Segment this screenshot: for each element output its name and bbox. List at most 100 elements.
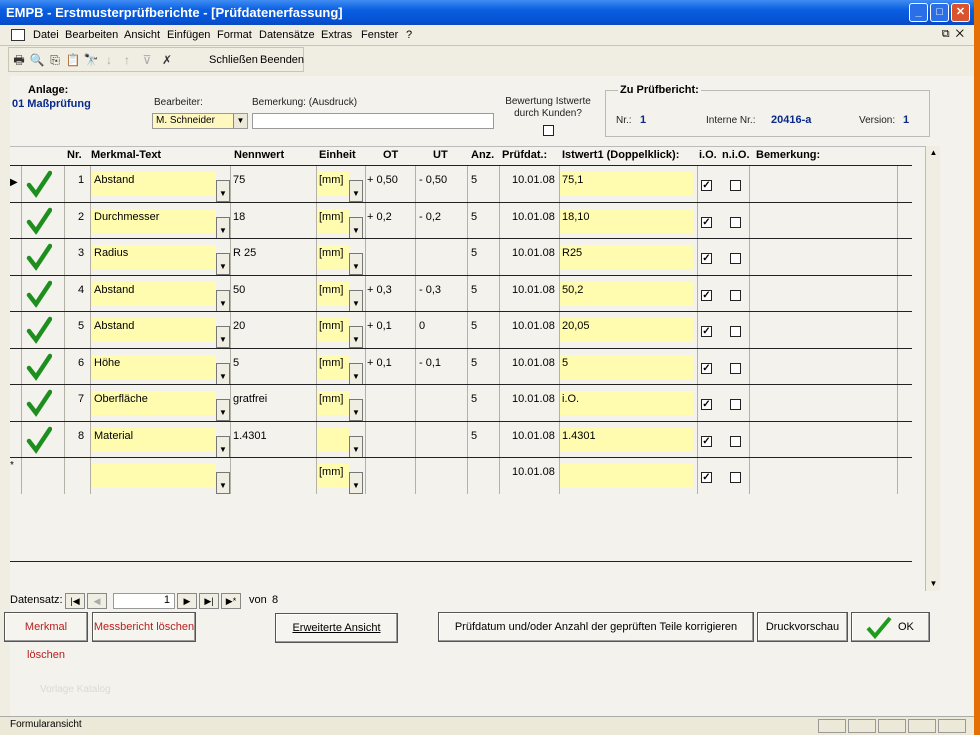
- istwert-input[interactable]: R25: [560, 245, 693, 269]
- menu-help[interactable]: ?: [406, 29, 412, 41]
- nio-checkbox[interactable]: [730, 472, 741, 483]
- nio-checkbox[interactable]: [730, 289, 741, 301]
- einheit-combo[interactable]: [mm]: [317, 354, 349, 379]
- cell-anz[interactable]: 5: [471, 393, 477, 405]
- remove-filter-icon[interactable]: ✗: [159, 52, 175, 68]
- cell-nennwert[interactable]: gratfrei: [233, 393, 267, 405]
- nio-checkbox[interactable]: [730, 362, 741, 374]
- cell-ut[interactable]: - 0,3: [419, 284, 441, 296]
- cell-nennwert[interactable]: 18: [233, 211, 245, 223]
- einheit-combo[interactable]: [mm]: [317, 281, 349, 306]
- nio-checkbox[interactable]: [730, 216, 741, 228]
- chevron-down-icon[interactable]: ▼: [216, 435, 230, 458]
- cell-pruefdat[interactable]: 10.01.08: [512, 357, 555, 369]
- cell-nennwert[interactable]: 1.4301: [233, 430, 267, 442]
- chevron-down-icon[interactable]: ▼: [216, 216, 230, 239]
- cell-pruefdat[interactable]: 10.01.08: [512, 430, 555, 442]
- io-checkbox[interactable]: ✓: [701, 326, 712, 337]
- istwert-input[interactable]: 5: [560, 354, 693, 379]
- istwert-input[interactable]: 75,1: [560, 172, 693, 196]
- merkmal-combo[interactable]: Abstand: [92, 172, 216, 196]
- bemerkung-input[interactable]: [252, 113, 494, 129]
- cell-nennwert[interactable]: 5: [233, 357, 239, 369]
- io-checkbox[interactable]: ✓: [701, 216, 712, 228]
- menu-edit[interactable]: Bearbeiten: [65, 29, 118, 41]
- new-record-icon[interactable]: ▶*: [221, 593, 241, 609]
- table-row[interactable]: 6 Höhe ▼ 5 [mm] ▼ + 0,1- 0,1 5 10.01.08 5 ✓: [10, 347, 912, 385]
- next-record-icon[interactable]: ▶: [177, 593, 197, 609]
- first-record-icon[interactable]: |◀: [65, 593, 85, 609]
- cell-ut[interactable]: - 0,1: [419, 357, 441, 369]
- cell-ot[interactable]: + 0,3: [367, 284, 392, 296]
- copy-icon[interactable]: ⎘: [47, 52, 63, 68]
- cell-pruefdat[interactable]: 10.01.08: [512, 320, 555, 332]
- table-row[interactable]: 7 Oberfläche ▼ gratfrei [mm] ▼ 5 10.01.08 i.O. ✓: [10, 384, 912, 421]
- table-row[interactable]: 4 Abstand ▼ 50 [mm] ▼ + 0,3- 0,3 5 10.01.08 50,2 ✓: [10, 274, 912, 312]
- istwert-input[interactable]: [560, 464, 693, 488]
- cell-nennwert[interactable]: 20: [233, 320, 245, 332]
- cell-ot[interactable]: + 0,2: [367, 211, 392, 223]
- chevron-down-icon[interactable]: ▼: [216, 362, 230, 385]
- merkmal-combo[interactable]: Radius: [92, 245, 216, 269]
- istwert-input[interactable]: 20,05: [560, 318, 693, 342]
- cell-ot[interactable]: + 0,1: [367, 357, 392, 369]
- cell-ot[interactable]: + 0,1: [367, 320, 392, 332]
- menu-view[interactable]: Ansicht: [124, 29, 160, 41]
- menu-window[interactable]: Fenster: [361, 29, 398, 41]
- nio-checkbox[interactable]: [730, 435, 741, 447]
- merkmal-combo[interactable]: Material: [92, 427, 216, 452]
- scroll-up-icon[interactable]: ▲: [926, 146, 941, 160]
- menu-insert[interactable]: Einfügen: [167, 29, 210, 41]
- einheit-combo[interactable]: [mm]: [317, 208, 349, 233]
- io-checkbox[interactable]: ✓: [701, 180, 712, 191]
- close-form-button[interactable]: Schließen: [209, 54, 258, 66]
- sort-desc-icon[interactable]: ↑: [119, 52, 135, 68]
- chevron-down-icon[interactable]: ▼: [216, 472, 230, 494]
- istwert-input[interactable]: i.O.: [560, 391, 693, 415]
- chevron-down-icon[interactable]: ▼: [233, 114, 247, 128]
- cell-pruefdat[interactable]: 10.01.08: [512, 466, 555, 478]
- document-icon[interactable]: [11, 29, 25, 41]
- einheit-combo[interactable]: [mm]: [317, 391, 349, 415]
- chevron-down-icon[interactable]: ▼: [349, 362, 363, 385]
- minimize-button[interactable]: _: [909, 3, 928, 22]
- merkmal-combo[interactable]: Abstand: [92, 318, 216, 342]
- menu-extras[interactable]: Extras: [321, 29, 352, 41]
- print-icon[interactable]: 🖶: [11, 52, 27, 68]
- merkmal-combo[interactable]: Oberfläche: [92, 391, 216, 415]
- vertical-scrollbar[interactable]: ▲ ▼: [925, 146, 940, 591]
- cell-pruefdat[interactable]: 10.01.08: [512, 393, 555, 405]
- menu-records[interactable]: Datensätze: [259, 29, 315, 41]
- cell-anz[interactable]: 5: [471, 247, 477, 259]
- istwert-input[interactable]: 18,10: [560, 208, 693, 233]
- chevron-down-icon[interactable]: ▼: [216, 399, 230, 421]
- delete-feature-button[interactable]: Merkmal löschen: [4, 612, 88, 661]
- merkmal-combo[interactable]: Abstand: [92, 281, 216, 306]
- cell-nennwert[interactable]: 50: [233, 284, 245, 296]
- einheit-combo[interactable]: [mm]: [317, 318, 349, 342]
- nio-checkbox[interactable]: [730, 399, 741, 410]
- cell-ot[interactable]: + 0,50: [367, 174, 398, 186]
- delete-report-button[interactable]: Messbericht löschen: [92, 612, 196, 642]
- ok-button[interactable]: OK: [851, 612, 930, 642]
- istwert-input[interactable]: 1.4301: [560, 427, 693, 452]
- preview-icon[interactable]: 🔍: [29, 52, 45, 68]
- filter-icon[interactable]: ⊽: [139, 52, 155, 68]
- last-record-icon[interactable]: ▶|: [199, 593, 219, 609]
- extended-view-button[interactable]: Erweiterte Ansicht: [275, 613, 398, 643]
- cell-anz[interactable]: 5: [471, 357, 477, 369]
- istwert-input[interactable]: 50,2: [560, 281, 693, 306]
- io-checkbox[interactable]: ✓: [701, 399, 712, 410]
- io-checkbox[interactable]: ✓: [701, 253, 712, 264]
- record-number-input[interactable]: 1: [113, 593, 175, 609]
- nio-checkbox[interactable]: [730, 326, 741, 337]
- table-row[interactable]: * ▼ [mm] ▼ 10.01.08 ✓: [10, 457, 912, 494]
- table-row[interactable]: 8 Material ▼ 1.4301 ▼ 5 10.01.08 1.4301 ✓: [10, 420, 912, 458]
- table-row[interactable]: ▶ 1 Abstand ▼ 75 [mm] ▼ + 0,50- 0,50 5 10.01.08 75…: [10, 165, 912, 202]
- bewertung-checkbox[interactable]: [543, 125, 554, 136]
- chevron-down-icon[interactable]: ▼: [216, 289, 230, 312]
- table-row[interactable]: 2 Durchmesser ▼ 18 [mm] ▼ + 0,2- 0,2 5 10.01.08 1…: [10, 201, 912, 239]
- chevron-down-icon[interactable]: ▼: [349, 326, 363, 348]
- merkmal-combo[interactable]: Höhe: [92, 354, 216, 379]
- cell-pruefdat[interactable]: 10.01.08: [512, 211, 555, 223]
